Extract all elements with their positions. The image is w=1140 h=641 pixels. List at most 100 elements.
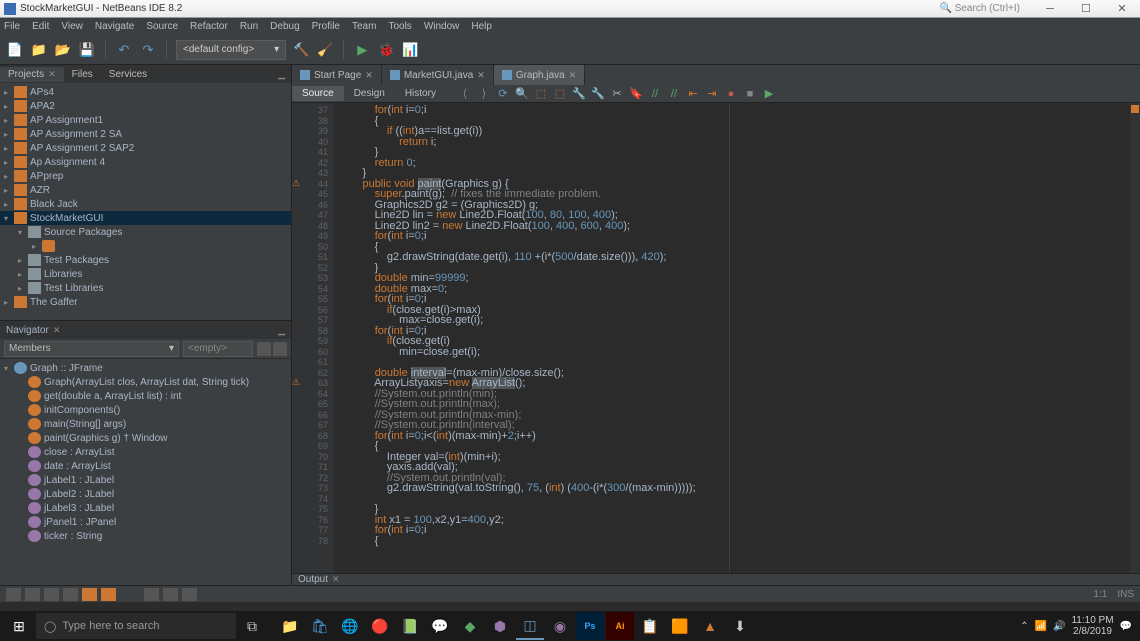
panel-tab-files[interactable]: Files — [64, 67, 101, 82]
maximize-button[interactable]: ☐ — [1072, 1, 1100, 17]
navigator-item[interactable]: date : ArrayList — [0, 459, 291, 473]
navigator-tree[interactable]: ▾Graph :: JFrameGraph(ArrayList clos, Ar… — [0, 359, 291, 585]
sb-icon[interactable] — [163, 588, 178, 601]
next-icon[interactable]: ⟩ — [477, 87, 491, 101]
view-tab-source[interactable]: Source — [292, 86, 344, 101]
members-select[interactable]: Members ▾ — [4, 341, 179, 357]
refresh-icon[interactable]: ⟳ — [496, 87, 510, 101]
tree-item[interactable]: ▸APs4 — [0, 85, 291, 99]
menu-source[interactable]: Source — [146, 21, 178, 32]
global-search[interactable]: 🔍 Search (Ctrl+I) — [939, 3, 1020, 14]
minimize-panel-icon[interactable]: ▁ — [278, 325, 285, 336]
cut-icon[interactable]: ✂ — [610, 87, 624, 101]
view-tab-design[interactable]: Design — [344, 86, 395, 101]
sb-icon[interactable] — [6, 588, 21, 601]
code-editor[interactable]: ⚠⚠ 3738394041424344454647484950515253545… — [292, 103, 1140, 573]
new-file-icon[interactable]: 📄 — [6, 41, 24, 59]
menu-refactor[interactable]: Refactor — [190, 21, 228, 32]
vs-icon[interactable]: ⬢ — [486, 612, 514, 640]
sb-icon[interactable] — [25, 588, 40, 601]
navigator-item[interactable]: get(double a, ArrayList list) : int — [0, 389, 291, 403]
uncomment-icon[interactable]: // — [667, 87, 681, 101]
nav-icon[interactable]: ⬚ — [534, 87, 548, 101]
record-icon[interactable]: ● — [724, 87, 738, 101]
output-panel-header[interactable]: Output✕ — [292, 573, 1140, 585]
menu-tools[interactable]: Tools — [388, 21, 411, 32]
menu-view[interactable]: View — [61, 21, 83, 32]
tree-item[interactable]: ▸Test Libraries — [0, 281, 291, 295]
navigator-item[interactable]: jPanel1 : JPanel — [0, 515, 291, 529]
navigator-item[interactable]: paint(Graphics g) † Window — [0, 431, 291, 445]
photoshop-icon[interactable]: Ps — [576, 612, 604, 640]
projects-tree[interactable]: ▸APs4▸APA2▸AP Assignment1▸AP Assignment … — [0, 83, 291, 320]
menu-profile[interactable]: Profile — [312, 21, 340, 32]
close-button[interactable]: ✕ — [1108, 1, 1136, 17]
notifications-icon[interactable]: 💬 — [1120, 621, 1132, 632]
sb-icon[interactable] — [101, 588, 116, 601]
tree-item[interactable]: ▸AP Assignment 2 SA — [0, 127, 291, 141]
sb-icon[interactable] — [182, 588, 197, 601]
new-project-icon[interactable]: 📁 — [30, 41, 48, 59]
tree-item[interactable]: ▸ — [0, 239, 291, 253]
menu-team[interactable]: Team — [352, 21, 376, 32]
file-tab[interactable]: Graph.java✕ — [494, 65, 585, 85]
menu-edit[interactable]: Edit — [32, 21, 49, 32]
navigator-item[interactable]: jLabel3 : JLabel — [0, 501, 291, 515]
build-icon[interactable]: 🔨 — [292, 41, 310, 59]
code-content[interactable]: for(int i=0;i { if ((int)a==list.get(i))… — [334, 103, 1130, 573]
redo-icon[interactable]: ↷ — [139, 41, 157, 59]
edge-icon[interactable]: 🌐 — [336, 612, 364, 640]
app-icon[interactable]: ⬇ — [726, 612, 754, 640]
play-macro-icon[interactable]: ▶ — [762, 87, 776, 101]
menu-run[interactable]: Run — [240, 21, 258, 32]
navigator-item[interactable]: ▾Graph :: JFrame — [0, 361, 291, 375]
clock[interactable]: 11:10 PM 2/8/2019 — [1071, 615, 1113, 637]
navigator-item[interactable]: Graph(ArrayList clos, ArrayList dat, Str… — [0, 375, 291, 389]
comment-icon[interactable]: // — [648, 87, 662, 101]
vlc-icon[interactable]: ▲ — [696, 612, 724, 640]
file-tab[interactable]: MarketGUI.java✕ — [382, 65, 494, 85]
task-view-icon[interactable]: ⧉ — [238, 612, 266, 640]
shift-left-icon[interactable]: ⇤ — [686, 87, 700, 101]
prev-icon[interactable]: ⟨ — [458, 87, 472, 101]
filter-icon[interactable] — [273, 342, 287, 356]
android-studio-icon[interactable]: ◆ — [456, 612, 484, 640]
volume-icon[interactable]: 🔊 — [1053, 621, 1065, 632]
menu-navigate[interactable]: Navigate — [95, 21, 134, 32]
panel-tab-services[interactable]: Services — [101, 67, 155, 82]
app-icon[interactable]: 📗 — [396, 612, 424, 640]
eclipse-icon[interactable]: ◉ — [546, 612, 574, 640]
navigator-item[interactable]: close : ArrayList — [0, 445, 291, 459]
tray-chevron-icon[interactable]: ⌃ — [1020, 621, 1028, 632]
tree-item[interactable]: ▸APA2 — [0, 99, 291, 113]
bookmark-icon[interactable]: 🔖 — [629, 87, 643, 101]
explorer-icon[interactable]: 📁 — [276, 612, 304, 640]
sb-icon[interactable] — [44, 588, 59, 601]
menu-file[interactable]: File — [4, 21, 20, 32]
navigator-item[interactable]: jLabel2 : JLabel — [0, 487, 291, 501]
illustrator-icon[interactable]: Ai — [606, 612, 634, 640]
navigator-item[interactable]: ticker : String — [0, 529, 291, 543]
view-tab-history[interactable]: History — [395, 86, 446, 101]
tree-item[interactable]: ▸AP Assignment 2 SAP2 — [0, 141, 291, 155]
menu-debug[interactable]: Debug — [270, 21, 299, 32]
file-tab[interactable]: Start Page✕ — [292, 65, 382, 85]
minimize-panel-icon[interactable]: ▁ — [272, 69, 291, 80]
app-icon[interactable]: 💬 — [426, 612, 454, 640]
save-all-icon[interactable]: 💾 — [78, 41, 96, 59]
tree-item[interactable]: ▸The Gaffer — [0, 295, 291, 309]
tree-item[interactable]: ▸APprep — [0, 169, 291, 183]
wrench-icon[interactable]: 🔧 — [572, 87, 586, 101]
windows-search[interactable]: ◯ Type here to search — [36, 613, 236, 639]
filter-icon[interactable] — [257, 342, 271, 356]
tree-item[interactable]: ▸Black Jack — [0, 197, 291, 211]
nav-icon[interactable]: ⬚ — [553, 87, 567, 101]
app-icon[interactable]: 📋 — [636, 612, 664, 640]
network-icon[interactable]: 📶 — [1035, 621, 1047, 632]
netbeans-icon[interactable]: ◫ — [516, 612, 544, 640]
find-icon[interactable]: 🔍 — [515, 87, 529, 101]
debug-icon[interactable]: 🐞 — [377, 41, 395, 59]
system-tray[interactable]: ⌃ 📶 🔊 11:10 PM 2/8/2019 💬 — [1020, 615, 1136, 637]
tree-item[interactable]: ▸Ap Assignment 4 — [0, 155, 291, 169]
navigator-item[interactable]: jLabel1 : JLabel — [0, 473, 291, 487]
